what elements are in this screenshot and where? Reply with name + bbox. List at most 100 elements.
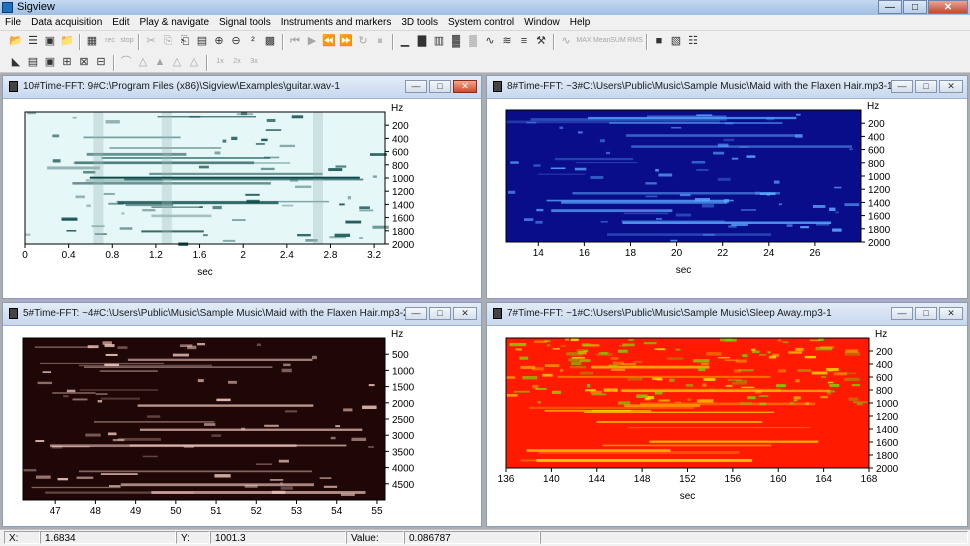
tree-icon[interactable]: ☷: [686, 34, 700, 48]
skip-back-icon[interactable]: ⏪: [322, 34, 336, 48]
menu-data-acquisition[interactable]: Data acquisition: [26, 15, 107, 30]
skip-forward-icon[interactable]: ⏩: [339, 34, 353, 48]
grid-icon[interactable]: ⊞: [60, 55, 74, 69]
cascade-icon[interactable]: ▧: [669, 34, 683, 48]
triangle-2-icon[interactable]: ▲: [153, 55, 167, 69]
window-maximize-icon[interactable]: □: [429, 307, 451, 320]
open-recent-icon[interactable]: ☰: [26, 34, 40, 48]
spectrogram-peak: [222, 139, 227, 143]
window-icon: [9, 81, 18, 92]
maximize-icon[interactable]: □: [903, 0, 927, 14]
rec-icon[interactable]: rec: [102, 34, 118, 48]
histogram-icon[interactable]: ▇: [415, 34, 429, 48]
open-folder-2-icon[interactable]: 📁: [60, 34, 74, 48]
spectrogram-window-2[interactable]: 8#Time-FFT: ~3#C:\Users\Public\Music\Sam…: [486, 75, 968, 299]
chart-line-icon[interactable]: ◣: [9, 55, 23, 69]
arrange-icon[interactable]: ■: [652, 34, 666, 48]
save-icon[interactable]: ▣: [43, 34, 57, 48]
window-close-icon[interactable]: ✕: [453, 307, 477, 320]
window-maximize-icon[interactable]: □: [915, 307, 937, 320]
wave-down-icon[interactable]: ⌒: [119, 55, 133, 69]
rewind-icon[interactable]: ⏮: [288, 34, 302, 48]
triangle-4-icon[interactable]: △: [187, 55, 201, 69]
layout-icon[interactable]: ▤: [26, 55, 40, 69]
spectrogram-window-3[interactable]: 5#Time-FFT: ~4#C:\Users\Public\Music\Sam…: [2, 302, 482, 527]
filter-icon[interactable]: ≡: [517, 34, 531, 48]
max-icon[interactable]: MAX: [576, 34, 592, 48]
grid-large-icon[interactable]: ⊟: [94, 55, 108, 69]
chart-icon[interactable]: ▓: [449, 34, 463, 48]
stop-icon[interactable]: stop: [119, 34, 135, 48]
window-minimize-icon[interactable]: —: [891, 307, 913, 320]
sine-icon[interactable]: ∿: [559, 34, 573, 48]
3x-icon[interactable]: 3x: [246, 55, 262, 69]
spectrogram-peak: [820, 345, 834, 349]
close-icon[interactable]: ✕: [928, 0, 968, 14]
window-maximize-icon[interactable]: □: [915, 80, 937, 93]
mean-icon[interactable]: Mean: [593, 34, 611, 48]
zoom-in-icon[interactable]: ⊕: [212, 34, 226, 48]
minimize-icon[interactable]: —: [878, 0, 902, 14]
menu-edit[interactable]: Edit: [107, 15, 134, 30]
spectrogram-peak: [601, 352, 609, 355]
spectrum-icon[interactable]: ▁: [398, 34, 412, 48]
y-tick-label: 1200: [868, 185, 891, 196]
window-small-icon[interactable]: ▣: [43, 55, 57, 69]
window-minimize-icon[interactable]: —: [405, 80, 427, 93]
paste-icon[interactable]: ⎗: [178, 34, 192, 48]
waveform-icon[interactable]: ∿: [483, 34, 497, 48]
calculator-icon[interactable]: ▥: [432, 34, 446, 48]
paste-special-icon[interactable]: ▤: [195, 34, 209, 48]
play-loop-icon[interactable]: ↻: [356, 34, 370, 48]
x-tick-label: 1.2: [149, 250, 163, 261]
spectrogram-peak: [658, 399, 670, 402]
spectrogram-band: [47, 166, 100, 170]
menu-instruments-and-markers[interactable]: Instruments and markers: [276, 15, 397, 30]
open-folder-icon[interactable]: 📂: [9, 34, 23, 48]
tools-icon[interactable]: ⚒: [534, 34, 548, 48]
grid-select-icon[interactable]: ⊠: [77, 55, 91, 69]
play-icon[interactable]: ▶: [305, 34, 319, 48]
rms-icon[interactable]: RMS: [627, 34, 643, 48]
sum-icon[interactable]: SUM: [610, 34, 626, 48]
menu-help[interactable]: Help: [565, 15, 596, 30]
window-close-icon[interactable]: ✕: [453, 80, 477, 93]
window-buttons: — □ ✕: [403, 307, 477, 320]
copy-icon[interactable]: ⎘: [161, 34, 175, 48]
spectrogram-peak: [723, 138, 735, 142]
window-maximize-icon[interactable]: □: [429, 80, 451, 93]
window-titlebar[interactable]: 8#Time-FFT: ~3#C:\Users\Public\Music\Sam…: [487, 76, 967, 99]
spectrogram-window-1[interactable]: 10#Time-FFT: 9#C:\Program Files (x86)\Si…: [2, 75, 482, 299]
menu-signal-tools[interactable]: Signal tools: [214, 15, 276, 30]
window-titlebar[interactable]: 5#Time-FFT: ~4#C:\Users\Public\Music\Sam…: [3, 303, 481, 326]
window-titlebar[interactable]: 10#Time-FFT: 9#C:\Program Files (x86)\Si…: [3, 76, 481, 99]
menu-window[interactable]: Window: [519, 15, 565, 30]
record-icon[interactable]: ▦: [85, 34, 99, 48]
window-close-icon[interactable]: ✕: [939, 80, 963, 93]
window-titlebar[interactable]: 7#Time-FFT: ~1#C:\Users\Public\Music\Sam…: [487, 303, 967, 326]
window-close-icon[interactable]: ✕: [939, 307, 963, 320]
menu-system-control[interactable]: System control: [443, 15, 519, 30]
window-minimize-icon[interactable]: —: [891, 80, 913, 93]
cut-icon[interactable]: ✂: [144, 34, 158, 48]
1x-icon[interactable]: 1x: [212, 55, 228, 69]
pause-icon[interactable]: ⏸: [373, 34, 387, 48]
window-icon[interactable]: ▩: [263, 34, 277, 48]
spectrogram-band: [139, 428, 363, 431]
spectrogram-window-4[interactable]: 7#Time-FFT: ~1#C:\Users\Public\Music\Sam…: [486, 302, 968, 527]
chart-2-icon[interactable]: ▒: [466, 34, 480, 48]
menu-file[interactable]: File: [0, 15, 26, 30]
triangle-icon[interactable]: △: [136, 55, 150, 69]
spectrogram-band: [100, 397, 141, 400]
spectrogram-peak: [66, 230, 77, 232]
2x-icon[interactable]: 2x: [229, 55, 245, 69]
zoom-out-icon[interactable]: ⊖: [229, 34, 243, 48]
window-minimize-icon[interactable]: —: [405, 307, 427, 320]
triangle-3-icon[interactable]: △: [170, 55, 184, 69]
menu-3d-tools[interactable]: 3D tools: [396, 15, 443, 30]
power-icon[interactable]: ²: [246, 34, 260, 48]
waveform-2-icon[interactable]: ≋: [500, 34, 514, 48]
spectrogram-peak: [112, 438, 125, 442]
spectrogram-peak: [284, 410, 298, 413]
menu-play-navigate[interactable]: Play & navigate: [135, 15, 215, 30]
